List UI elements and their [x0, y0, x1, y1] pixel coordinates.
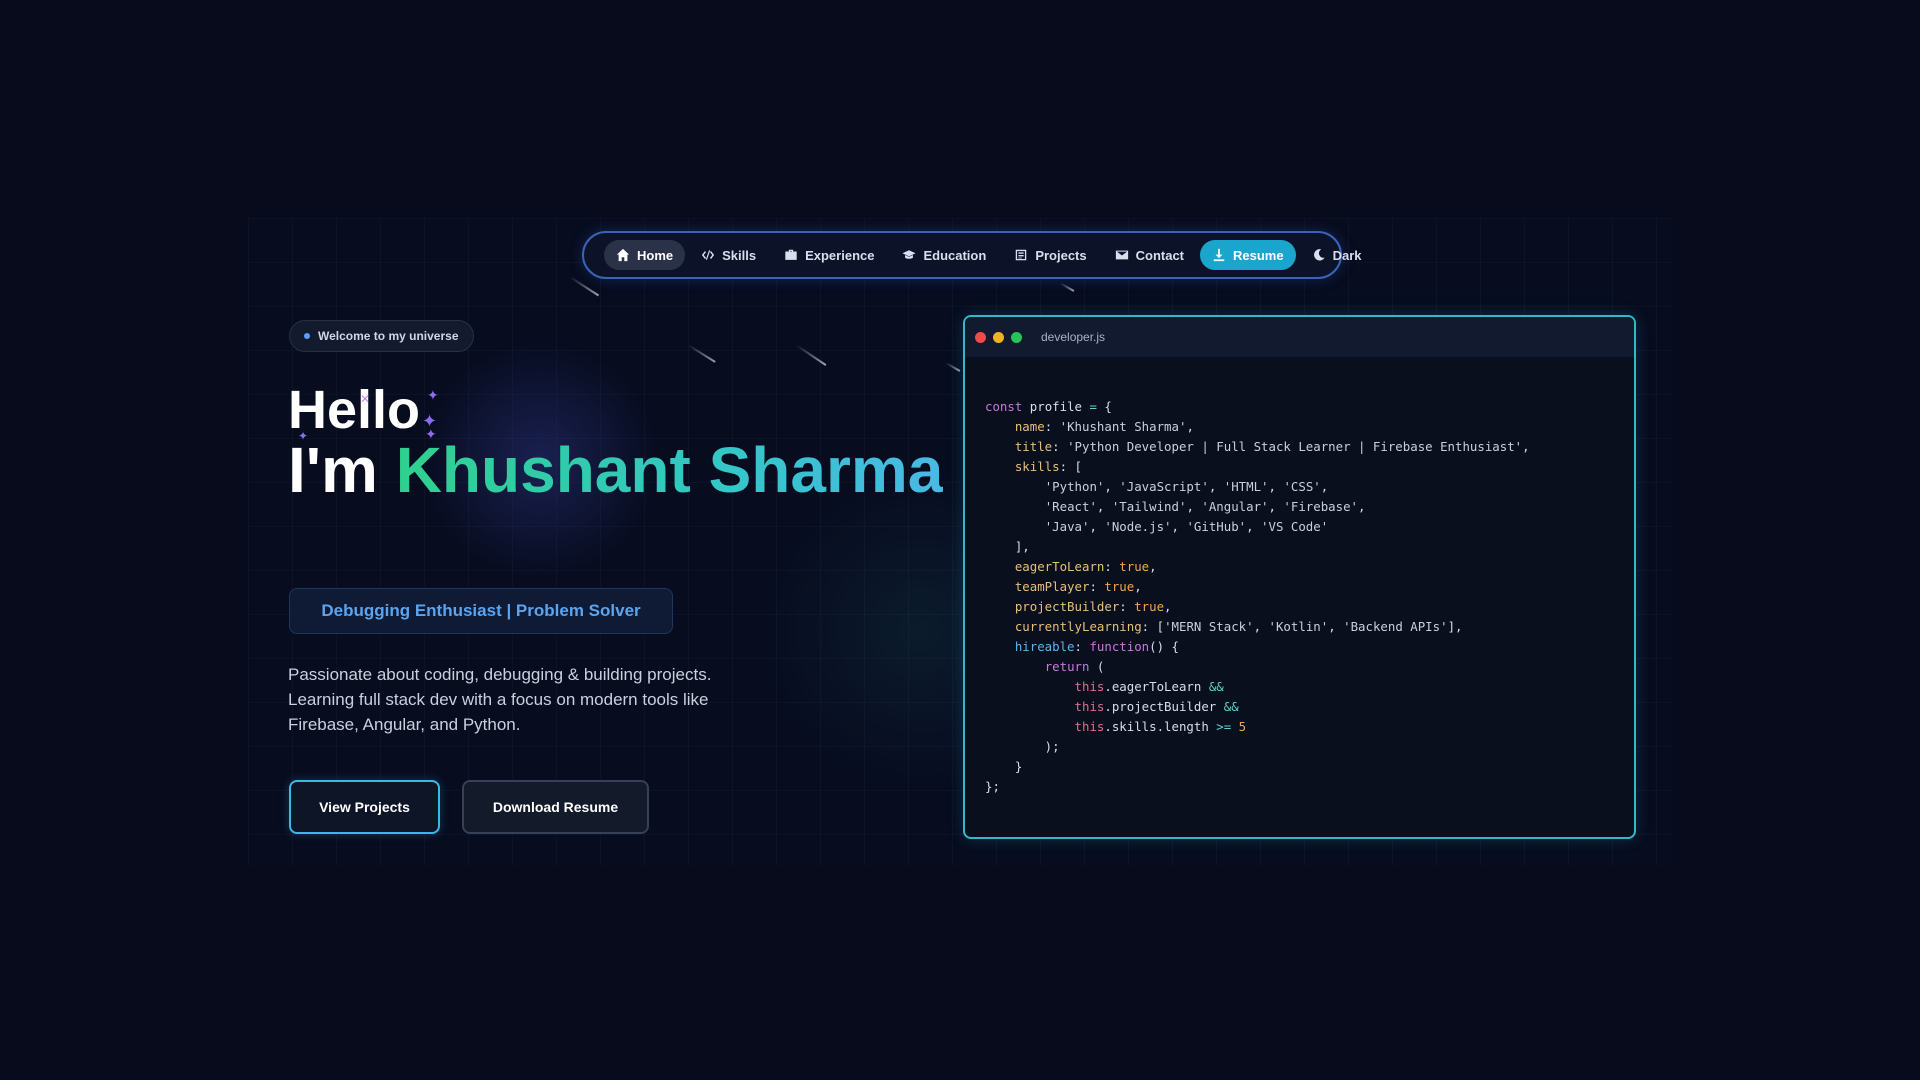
- nav-label: Dark: [1332, 247, 1362, 263]
- tagline-box: Debugging Enthusiast | Problem Solver: [289, 588, 673, 634]
- sparkle-icon: ✕: [360, 392, 371, 406]
- theme-toggle[interactable]: Dark: [1300, 240, 1374, 270]
- code-line: ],: [985, 539, 1030, 554]
- nav-projects[interactable]: Projects: [1002, 240, 1098, 270]
- briefcase-icon: [784, 248, 798, 262]
- hero-headline: I'm Khushant Sharma: [288, 434, 943, 506]
- sparkle-icon: ✦: [427, 387, 439, 403]
- nav-resume-button[interactable]: Resume: [1200, 240, 1296, 270]
- code-line: 'Java', 'Node.js', 'GitHub', 'VS Code': [1044, 519, 1329, 534]
- graduation-cap-icon: [902, 248, 917, 262]
- nav-label: Projects: [1035, 247, 1087, 263]
- hero-name: Khushant Sharma: [395, 434, 944, 506]
- code-line: skills: [: [1014, 459, 1082, 474]
- download-resume-button[interactable]: Download Resume: [462, 780, 649, 834]
- code-line: teamPlayer: true,: [1014, 579, 1142, 594]
- download-icon: [1212, 248, 1226, 262]
- main-navbar: Home Skills Experience Education Project…: [582, 231, 1362, 279]
- nav-label: Resume: [1233, 247, 1284, 263]
- minimize-dot-icon: [993, 331, 1004, 343]
- code-line: this.projectBuilder &&: [1074, 699, 1239, 714]
- nav-contact[interactable]: Contact: [1103, 240, 1196, 270]
- close-dot-icon: [975, 331, 986, 343]
- badge-label: Welcome to my universe: [318, 329, 459, 343]
- nav-label: Contact: [1135, 247, 1185, 263]
- code-icon: [701, 248, 715, 262]
- nav-label: Experience: [805, 247, 875, 263]
- code-line: this.skills.length >= 5: [1074, 719, 1247, 734]
- code-line: currentlyLearning: ['MERN Stack', 'Kotli…: [1014, 619, 1463, 634]
- moon-icon: [1312, 248, 1326, 262]
- code-line: projectBuilder: true,: [1014, 599, 1172, 614]
- code-line: eagerToLearn: true,: [1014, 559, 1157, 574]
- status-dot: [304, 333, 310, 339]
- nav-label: Home: [637, 247, 674, 263]
- code-line: }: [985, 759, 1023, 774]
- nav-experience[interactable]: Experience: [772, 240, 886, 270]
- home-icon: [616, 248, 630, 262]
- code-line: );: [985, 739, 1060, 754]
- code-filename: developer.js: [1041, 330, 1106, 344]
- code-line: 'React', 'Tailwind', 'Angular', 'Firebas…: [1044, 499, 1366, 514]
- code-window: developer.js const profile = { name: 'Kh…: [963, 315, 1636, 839]
- intro-text: I'm: [288, 434, 378, 506]
- view-projects-button[interactable]: View Projects: [289, 780, 440, 834]
- code-titlebar: developer.js: [965, 317, 1634, 357]
- nav-label: Education: [923, 247, 987, 263]
- maximize-dot-icon: [1011, 331, 1022, 343]
- nav-education[interactable]: Education: [890, 240, 998, 270]
- code-line: this.eagerToLearn &&: [1074, 679, 1224, 694]
- code-line: const profile = {: [985, 399, 1112, 414]
- welcome-badge: Welcome to my universe: [289, 320, 474, 352]
- code-line: 'Python', 'JavaScript', 'HTML', 'CSS',: [1044, 479, 1329, 494]
- nav-skills[interactable]: Skills: [689, 240, 768, 270]
- code-line: name: 'Khushant Sharma',: [1014, 419, 1194, 434]
- hero-description: Passionate about coding, debugging & bui…: [288, 665, 712, 734]
- code-line: title: 'Python Developer | Full Stack Le…: [1014, 439, 1530, 454]
- envelope-icon: [1115, 248, 1129, 262]
- project-icon: [1014, 248, 1028, 262]
- code-line: };: [985, 779, 1000, 794]
- code-line: hireable: function() {: [1014, 639, 1179, 654]
- nav-home[interactable]: Home: [604, 240, 686, 270]
- nav-label: Skills: [722, 247, 757, 263]
- code-content: const profile = { name: 'Khushant Sharma…: [965, 357, 1634, 797]
- code-line: return (: [1044, 659, 1105, 674]
